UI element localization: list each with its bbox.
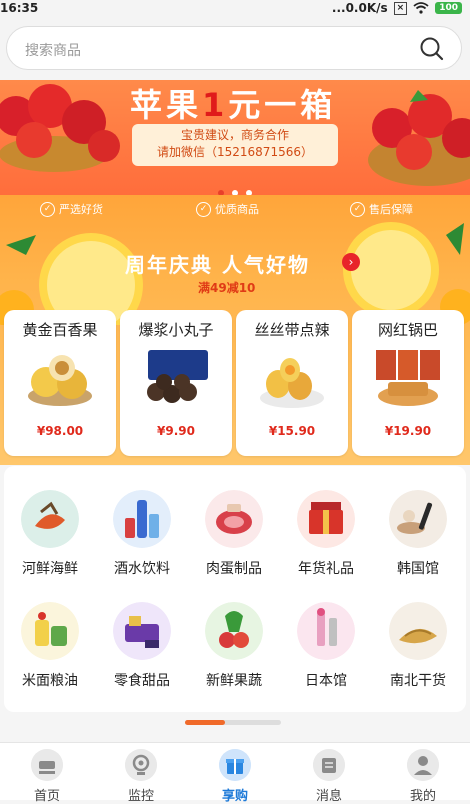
dried-goods-icon <box>389 602 447 660</box>
category-label: 酒水饮料 <box>114 561 170 577</box>
product-card[interactable]: 黄金百香果 ¥98.00 <box>4 310 116 456</box>
promo-arrow-icon[interactable]: › <box>342 253 360 271</box>
product-price: ¥19.90 <box>384 424 432 438</box>
japan-pavilion-icon <box>297 602 355 660</box>
category-item[interactable]: 肉蛋制品 <box>188 490 280 600</box>
product-price: ¥15.90 <box>268 424 316 438</box>
apple-pile-image <box>368 90 470 186</box>
nav-label: 我的 <box>409 789 436 804</box>
orange-slice-image <box>343 222 470 325</box>
category-page-indicator <box>185 720 281 725</box>
category-item[interactable]: 河鲜海鲜 <box>4 490 96 600</box>
nav-home[interactable]: 首页 <box>0 743 94 804</box>
grain-oil-icon <box>21 602 79 660</box>
banner-contact-box: 宝贵建议，商务合作 请加微信（15216871566） <box>132 124 338 166</box>
camera-icon <box>125 749 157 781</box>
check-icon: ✓ <box>196 201 211 217</box>
product-card[interactable]: 网红锅巴 ¥19.90 <box>352 310 464 456</box>
category-item[interactable]: 日本馆 <box>280 602 372 712</box>
category-grid: 河鲜海鲜 酒水饮料 肉蛋制品 年货礼品 韩国馆 米面粮油 零食甜品 新鲜果蔬 日… <box>4 466 466 712</box>
vegetables-icon <box>205 602 263 660</box>
product-name: 丝丝带点辣 <box>254 321 330 339</box>
category-label: 新鲜果蔬 <box>206 673 262 689</box>
product-card[interactable]: 丝丝带点辣 ¥15.90 <box>236 310 348 456</box>
feature-label: 优质商品 <box>215 203 259 216</box>
sim-icon: × <box>393 1 408 15</box>
category-item[interactable]: 零食甜品 <box>96 602 188 712</box>
category-item[interactable]: 年货礼品 <box>280 490 372 600</box>
category-page-indicator-fill <box>185 720 226 725</box>
banner-title-part: 苹果 <box>130 86 203 124</box>
category-label: 零食甜品 <box>114 673 170 689</box>
category-item[interactable]: 米面粮油 <box>4 602 96 712</box>
banner-title-part: 元一箱 <box>228 86 337 124</box>
category-label: 日本馆 <box>305 673 347 689</box>
korea-pavilion-icon <box>389 490 447 548</box>
category-label: 肉蛋制品 <box>206 561 262 577</box>
gift-icon <box>297 490 355 548</box>
status-icons: ...0.0K/s × 100 <box>332 1 462 15</box>
beverage-icon <box>113 490 171 548</box>
category-label: 河鲜海鲜 <box>22 561 78 577</box>
nav-profile[interactable]: 我的 <box>376 743 470 804</box>
search-icon[interactable] <box>419 36 445 62</box>
search-placeholder: 搜索商品 <box>25 43 81 59</box>
category-item[interactable]: 南北干货 <box>372 602 464 712</box>
feature-item: ✓ 优质商品 <box>196 201 259 217</box>
message-icon <box>313 749 345 781</box>
product-price: ¥98.00 <box>36 424 84 438</box>
nav-label: 消息 <box>315 789 342 804</box>
snacks-icon <box>113 602 171 660</box>
banner-carousel[interactable]: 苹果1元一箱 宝贵建议，商务合作 请加微信（15216871566） <box>0 80 470 195</box>
status-bar: 16:35 ...0.0K/s × 100 <box>0 0 470 18</box>
seafood-icon <box>21 490 79 548</box>
gift-box-icon <box>219 749 251 781</box>
promo-headline[interactable]: 周年庆典 人气好物 <box>125 249 310 278</box>
search-input[interactable]: 搜索商品 <box>6 26 462 70</box>
nav-label: 享购 <box>221 789 248 804</box>
category-label: 米面粮油 <box>22 673 78 689</box>
search-area: 搜索商品 <box>0 18 470 80</box>
wifi-icon <box>413 2 429 14</box>
passion-fruit-image <box>28 355 92 406</box>
banner-title: 苹果1元一箱 <box>130 80 336 126</box>
banner-line-2: 请加微信（15216871566） <box>157 145 313 159</box>
category-label: 南北干货 <box>390 673 446 689</box>
nav-messages[interactable]: 消息 <box>282 743 376 804</box>
nav-monitor[interactable]: 监控 <box>94 743 188 804</box>
chocolate-balls-image <box>147 350 208 403</box>
banner-title-highlight: 1 <box>202 86 229 124</box>
meat-icon <box>205 490 263 548</box>
product-name: 黄金百香果 <box>22 321 98 339</box>
product-name: 网红锅巴 <box>377 321 438 339</box>
apple-basket-image <box>0 84 120 172</box>
nav-label: 监控 <box>127 789 154 804</box>
category-item[interactable]: 韩国馆 <box>372 490 464 600</box>
product-price: ¥9.90 <box>157 424 195 438</box>
nav-shop[interactable]: 享购 <box>188 743 282 804</box>
network-speed: ...0.0K/s <box>331 1 388 15</box>
nav-label: 首页 <box>33 789 60 804</box>
battery-icon: 100 <box>435 2 462 14</box>
user-icon <box>407 749 439 781</box>
category-label: 年货礼品 <box>298 561 354 577</box>
eggs-image <box>260 358 324 408</box>
product-cards: 黄金百香果 ¥98.00 爆浆小丸子 ¥9.90 丝丝带点辣 ¥15.90 网红… <box>0 310 470 456</box>
clock: 16:35 <box>0 1 39 15</box>
promo-discount: 满49减10 <box>198 281 256 295</box>
bottom-nav: 首页 监控 享购 消息 我的 <box>0 742 470 804</box>
category-item[interactable]: 酒水饮料 <box>96 490 188 600</box>
product-card[interactable]: 爆浆小丸子 ¥9.90 <box>120 310 232 456</box>
carousel-dots <box>0 181 470 195</box>
home-icon <box>31 749 63 781</box>
banner-line-1: 宝贵建议，商务合作 <box>180 128 289 142</box>
rice-crisps-image <box>376 350 440 406</box>
product-name: 爆浆小丸子 <box>138 321 214 339</box>
category-label: 韩国馆 <box>397 561 439 577</box>
category-item[interactable]: 新鲜果蔬 <box>188 602 280 712</box>
